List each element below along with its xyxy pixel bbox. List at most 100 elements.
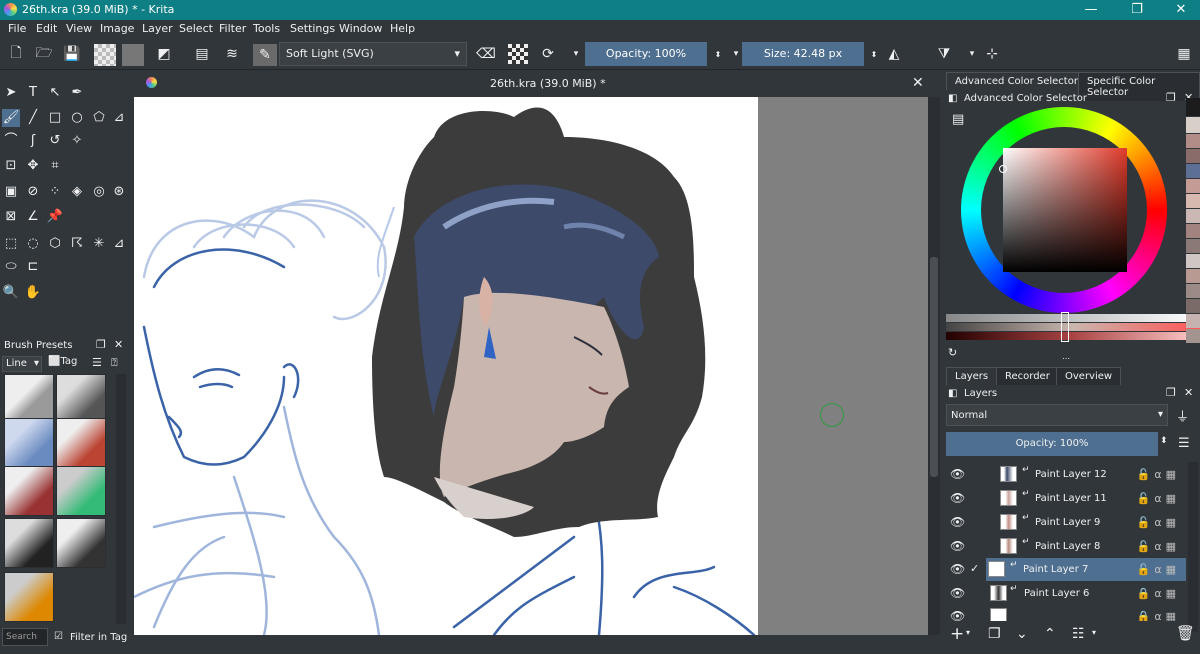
edit-brush-settings-icon[interactable]: ▤ — [192, 44, 212, 64]
reference-images-tool-icon[interactable]: 📌 — [46, 208, 64, 226]
saturation-slider[interactable] — [946, 323, 1200, 331]
layer-opacity-slider[interactable]: Opacity: 100% — [946, 432, 1158, 456]
document-tab[interactable]: 26th.kra (39.0 MiB) * ✕ — [134, 72, 934, 96]
palette-swatch[interactable] — [1186, 209, 1200, 223]
reload-preset-icon[interactable]: ⟳ — [538, 44, 558, 64]
brush-preset-pencil[interactable] — [56, 374, 106, 424]
rectangle-tool-icon[interactable]: □ — [46, 109, 64, 127]
palette-swatch[interactable] — [1186, 284, 1200, 298]
layers-scrollbar[interactable] — [1188, 462, 1198, 632]
brush-preset-pen[interactable] — [56, 466, 106, 516]
bezier-select-tool-icon[interactable]: ⬭ — [2, 258, 20, 276]
new-document-icon[interactable]: 🗋 — [6, 44, 26, 64]
move-tool-icon[interactable]: ✥ — [24, 157, 42, 175]
close-docker-icon[interactable]: ✕ — [114, 338, 123, 351]
color-picker-tool-icon[interactable]: ⊘ — [24, 183, 42, 201]
palette-swatch[interactable] — [1186, 329, 1200, 343]
float-docker-icon[interactable]: ❐ — [96, 338, 106, 351]
tab-overview[interactable]: Overview — [1056, 367, 1122, 385]
menu-image[interactable]: Image — [100, 22, 134, 35]
brush-scrollbar[interactable] — [116, 374, 126, 624]
menu-help[interactable]: Help — [390, 22, 415, 35]
transform-tool-icon[interactable]: ⊡ — [2, 157, 20, 175]
tab-specific-color-selector[interactable]: Specific Color Selector — [1078, 72, 1200, 101]
menu-window[interactable]: Window — [339, 22, 382, 35]
palette-swatch[interactable] — [1186, 149, 1200, 163]
polygon-select-tool-icon[interactable]: ⬡ — [46, 235, 64, 253]
brush-preset-ink-red[interactable] — [56, 418, 106, 468]
current-brush-icon[interactable]: ✎ — [253, 44, 277, 66]
freehand-select-tool-icon[interactable]: ☈ — [68, 235, 86, 253]
float-docker-icon[interactable]: ❐ — [1166, 386, 1176, 399]
filter-in-tag-checkbox[interactable]: ☑ — [54, 631, 63, 642]
mirror-horizontal-icon[interactable]: ◭ — [884, 44, 904, 64]
visibility-eye-icon[interactable]: 👁 — [950, 562, 965, 576]
edit-shapes-tool-icon[interactable]: ↖ — [46, 84, 64, 102]
measure-tool-icon[interactable]: ∠ — [24, 208, 42, 226]
color-picker-handle[interactable] — [999, 165, 1007, 173]
fg-bg-color-icon[interactable]: ◩ — [154, 44, 174, 64]
palette-swatch[interactable] — [1186, 269, 1200, 283]
tab-layers[interactable]: Layers — [946, 367, 998, 385]
visibility-eye-icon[interactable]: 👁 — [950, 515, 965, 529]
palette-swatch[interactable] — [1186, 314, 1200, 328]
layer-row[interactable]: 👁 🔒α▦ — [946, 605, 1186, 621]
multibrush-tool-icon[interactable]: ✧ — [68, 132, 86, 150]
layer-row[interactable]: 👁 ↵ Paint Layer 8 🔓α▦ — [946, 535, 1186, 558]
palette-swatch[interactable] — [1186, 179, 1200, 193]
add-layer-menu-chevron-icon[interactable]: ▾ — [966, 628, 970, 637]
visibility-eye-icon[interactable]: 👁 — [950, 539, 965, 553]
polygon-tool-icon[interactable]: ⬠ — [90, 109, 108, 127]
layer-lock-alpha-icons[interactable]: 🔒α▦ — [1137, 610, 1180, 621]
layer-row[interactable]: 👁 ↵ Paint Layer 12 🔓α▦ — [946, 463, 1186, 486]
move-layer-down-icon[interactable]: ⌄ — [1016, 626, 1028, 642]
add-layer-icon[interactable]: + — [950, 624, 964, 644]
eraser-icon[interactable]: ⌫ — [476, 44, 496, 64]
visibility-eye-icon[interactable]: 👁 — [950, 609, 965, 621]
brush-filter-dropdown[interactable]: Line ▾ — [2, 356, 42, 372]
splitter-handle-icon[interactable]: ⋯ — [1062, 354, 1070, 363]
smart-patch-tool-icon[interactable]: ⁘ — [46, 183, 64, 201]
layer-lock-alpha-icons[interactable]: 🔓α▦ — [1137, 540, 1180, 553]
palette-swatch[interactable] — [1186, 224, 1200, 238]
crop-tool-icon[interactable]: ⌗ — [46, 157, 64, 175]
select-shapes-tool-icon[interactable]: ➤ — [2, 84, 20, 102]
text-tool-icon[interactable]: T — [24, 84, 42, 102]
magnetic-select-tool-icon[interactable]: ⊏ — [24, 258, 42, 276]
hue-ring[interactable] — [961, 107, 1167, 313]
layer-blend-mode-dropdown[interactable]: Normal ▾ — [946, 404, 1168, 426]
layer-lock-alpha-icons[interactable]: 🔓α▦ — [1137, 492, 1180, 505]
layer-row-selected[interactable]: ↵ Paint Layer 7 🔓α▦ — [986, 558, 1186, 581]
fill-tool-icon[interactable]: ◈ — [68, 183, 86, 201]
palette-swatch[interactable] — [1186, 164, 1200, 178]
import-brush-icon[interactable]: ⍰ — [111, 356, 118, 370]
wrap-around-icon[interactable]: ⊹ — [982, 44, 1002, 64]
brush-preset-pencil-orange[interactable] — [4, 572, 54, 622]
brush-size-slider[interactable]: Size: 42.48 px — [742, 42, 864, 66]
layer-lock-alpha-icons[interactable]: 🔓α▦ — [1137, 563, 1180, 576]
palette-swatch[interactable] — [1186, 239, 1200, 253]
line-tool-icon[interactable]: ╱ — [24, 109, 42, 127]
opacity-spin-icon[interactable]: ⬍ — [708, 44, 728, 64]
scrollbar-thumb[interactable] — [930, 257, 938, 477]
open-document-icon[interactable]: 🗁 — [34, 44, 54, 64]
preserve-alpha-icon[interactable] — [508, 44, 528, 64]
polyline-tool-icon[interactable]: ⊿ — [110, 109, 128, 127]
menu-filter[interactable]: Filter — [219, 22, 246, 35]
slider-handle[interactable] — [1061, 312, 1069, 342]
menu-tools[interactable]: Tools — [253, 22, 280, 35]
brush-preset-fineliner[interactable] — [4, 518, 54, 568]
tab-advanced-color-selector[interactable]: Advanced Color Selector — [946, 72, 1087, 90]
duplicate-layer-icon[interactable]: ❐ — [988, 626, 1001, 642]
layer-row[interactable]: 👁 ↵ Paint Layer 11 🔓α▦ — [946, 487, 1186, 510]
value-slider[interactable] — [946, 332, 1200, 340]
palette-swatch[interactable] — [1186, 194, 1200, 208]
tab-recorder[interactable]: Recorder — [996, 367, 1059, 385]
blend-mode-dropdown[interactable]: Soft Light (SVG) ▾ — [279, 42, 467, 66]
menu-settings[interactable]: Settings — [290, 22, 335, 35]
menu-select[interactable]: Select — [179, 22, 213, 35]
tag-button[interactable]: ⬜Tag — [48, 356, 84, 372]
contiguous-select-tool-icon[interactable]: ✳ — [90, 235, 108, 253]
move-layer-up-icon[interactable]: ⌃ — [1044, 626, 1056, 642]
refresh-icon[interactable]: ↻ — [948, 346, 957, 359]
